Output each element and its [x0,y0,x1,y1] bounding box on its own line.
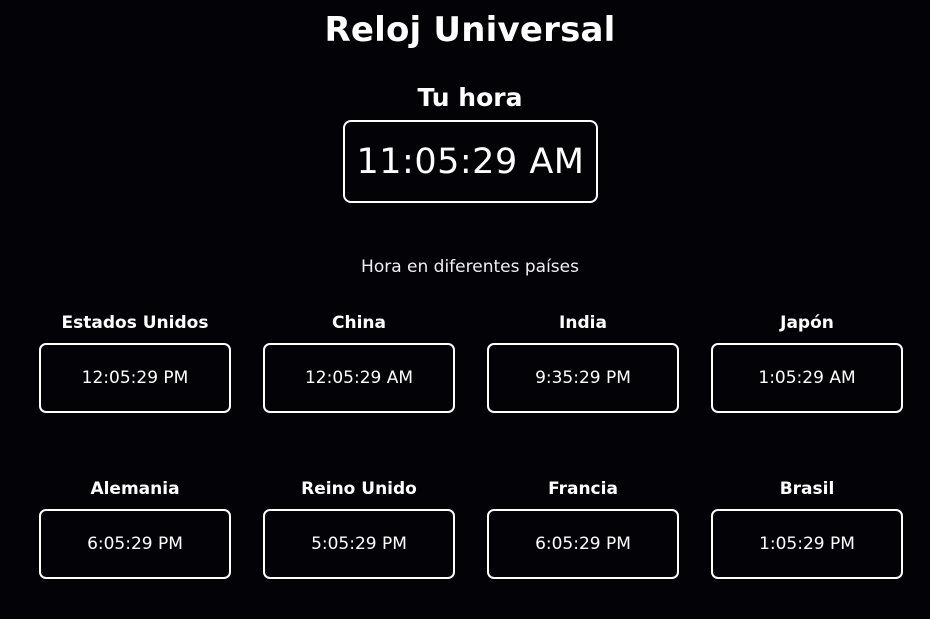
your-time-value: 11:05:29 AM [356,141,585,182]
country-time-box: 5:05:29 PM [263,509,455,579]
country-time-box: 9:35:29 PM [487,343,679,413]
country-clock-reino-unido: Reino Unido 5:05:29 PM [263,477,455,579]
country-clock-francia: Francia 6:05:29 PM [487,477,679,579]
country-name: China [332,313,386,333]
world-clock-page: Reloj Universal Tu hora 11:05:29 AM Hora… [0,0,930,619]
country-time: 12:05:29 PM [81,368,189,388]
country-time: 5:05:29 PM [311,534,407,554]
country-time-box: 12:05:29 PM [39,343,231,413]
country-time-box: 1:05:29 PM [711,509,903,579]
country-time: 6:05:29 PM [87,534,183,554]
country-time-box: 1:05:29 AM [711,343,903,413]
your-time-box: 11:05:29 AM [343,120,598,203]
country-time: 12:05:29 AM [304,368,414,388]
country-time: 6:05:29 PM [535,534,631,554]
country-time-box: 12:05:29 AM [263,343,455,413]
country-name: Alemania [90,479,180,499]
country-time-box: 6:05:29 PM [39,509,231,579]
country-name: Japón [780,313,834,333]
country-clock-alemania: Alemania 6:05:29 PM [39,477,231,579]
countries-subtitle: Hora en diferentes países [361,257,579,277]
your-time-label: Tu hora [417,83,523,112]
country-clock-india: India 9:35:29 PM [487,311,679,413]
country-name: Reino Unido [301,479,417,499]
country-clock-china: China 12:05:29 AM [263,311,455,413]
country-name: Francia [548,479,618,499]
country-clock-japon: Japón 1:05:29 AM [711,311,903,413]
country-time-box: 6:05:29 PM [487,509,679,579]
country-clock-brasil: Brasil 1:05:29 PM [711,477,903,579]
country-clock-estados-unidos: Estados Unidos 12:05:29 PM [39,311,231,413]
country-name: Brasil [779,479,835,499]
country-time: 1:05:29 AM [758,368,856,388]
country-name: Estados Unidos [61,313,209,333]
country-name: India [559,313,607,333]
country-time: 9:35:29 PM [535,368,631,388]
page-title: Reloj Universal [324,10,616,50]
country-time: 1:05:29 PM [759,534,855,554]
